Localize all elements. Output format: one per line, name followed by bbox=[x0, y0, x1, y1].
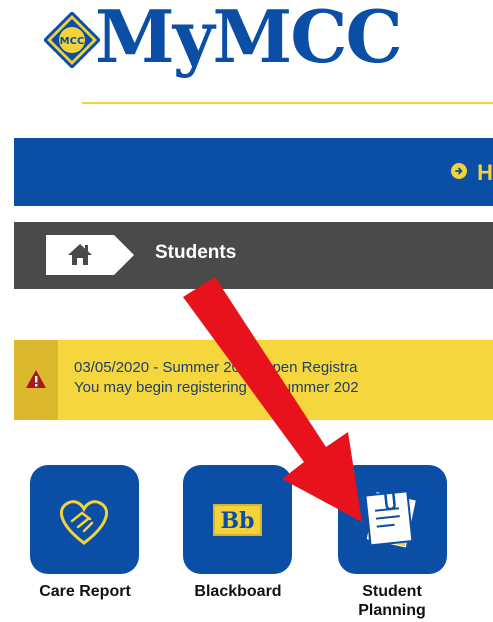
logo-underline bbox=[82, 102, 493, 104]
alert-text-line-1[interactable]: 03/05/2020 - Summer 2020 Open Registra bbox=[74, 359, 358, 376]
home-nav-label: H bbox=[477, 160, 493, 185]
paper-clipboard-icon bbox=[364, 487, 419, 550]
logo-initials: MCC bbox=[60, 36, 85, 47]
student-planning-label-line-1: Student bbox=[362, 583, 422, 600]
student-planning-label[interactable]: Student Planning bbox=[322, 582, 462, 620]
heart-handshake-icon bbox=[59, 500, 109, 545]
blackboard-icon-text: Bb bbox=[221, 508, 255, 534]
care-report-tile[interactable] bbox=[30, 465, 139, 574]
breadcrumb-home[interactable] bbox=[46, 235, 134, 275]
breadcrumb-current: Students bbox=[155, 242, 237, 263]
student-planning-tile[interactable] bbox=[338, 465, 447, 574]
mcc-logo-icon: MCC bbox=[44, 12, 100, 68]
student-planning-label-line-2: Planning bbox=[358, 602, 426, 619]
alert-text-line-2: You may begin registering for Summer 202 bbox=[74, 379, 359, 396]
home-nav-link[interactable]: H bbox=[451, 160, 493, 186]
logo-title[interactable]: MyMCC bbox=[95, 0, 403, 79]
blackboard-label[interactable]: Blackboard bbox=[168, 582, 308, 601]
care-report-label[interactable]: Care Report bbox=[15, 582, 155, 601]
arrow-circle-right-icon bbox=[451, 163, 468, 179]
top-nav-bar bbox=[14, 138, 493, 206]
blackboard-bb-icon: Bb bbox=[213, 504, 262, 536]
blackboard-tile[interactable]: Bb bbox=[183, 465, 292, 574]
warning-triangle-icon bbox=[26, 370, 46, 388]
